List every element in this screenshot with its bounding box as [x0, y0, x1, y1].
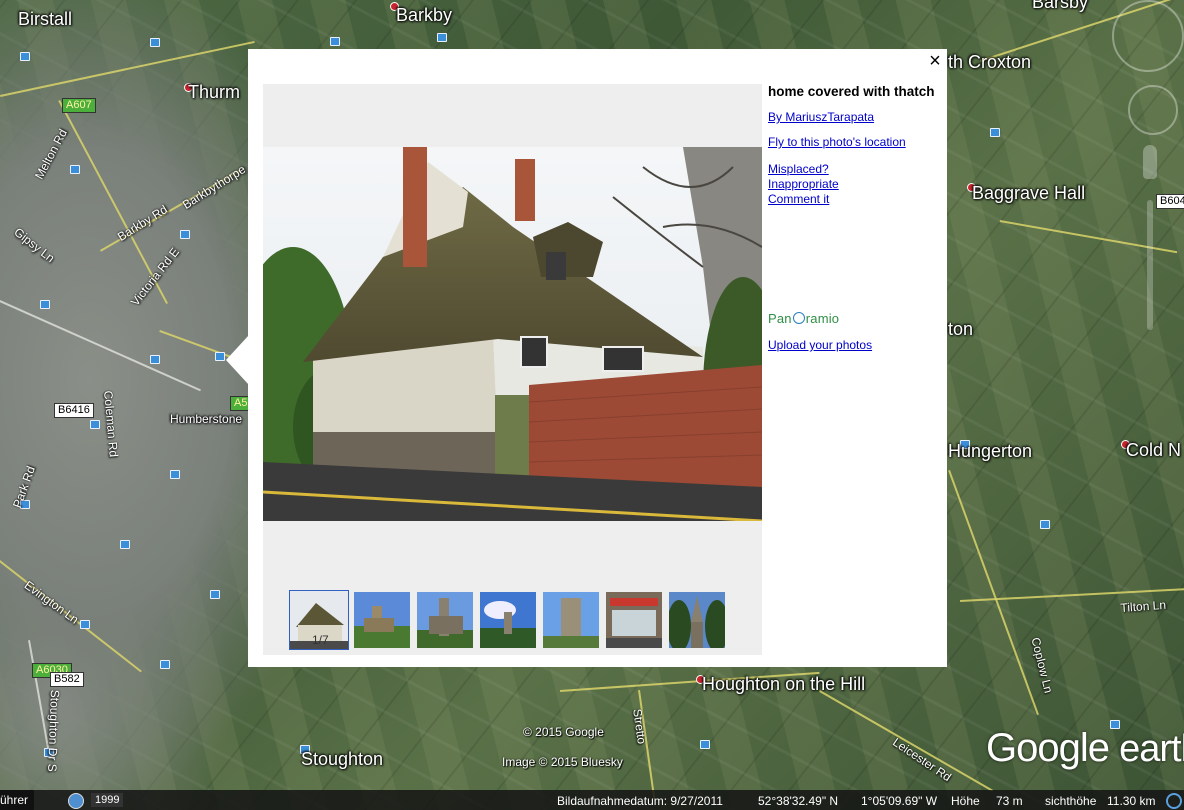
- place-hungerton[interactable]: Hungerton: [948, 441, 1032, 462]
- misplaced-link[interactable]: Misplaced?: [768, 162, 938, 177]
- place-houghton[interactable]: Houghton on the Hill: [702, 674, 865, 695]
- upload-photos-link[interactable]: Upload your photos: [768, 338, 938, 353]
- main-photo[interactable]: [263, 147, 762, 521]
- photo-pin[interactable]: [330, 37, 340, 46]
- photo-pin[interactable]: [215, 352, 225, 361]
- place-barkby[interactable]: Barkby: [396, 5, 452, 26]
- comment-link[interactable]: Comment it: [768, 192, 938, 207]
- imagery-date: Bildaufnahmedatum: 9/27/2011: [557, 794, 723, 808]
- author-link[interactable]: By MariuszTarapata: [768, 110, 938, 125]
- road-label: Gipsy Ln: [11, 225, 58, 266]
- thumbnail-3[interactable]: [417, 592, 473, 648]
- place-baggrave-hall[interactable]: Baggrave Hall: [972, 183, 1085, 204]
- photo-title: home covered with thatch: [768, 84, 935, 99]
- thumbnail-counter: 1/7: [312, 633, 329, 647]
- zoom-slider[interactable]: [1147, 200, 1153, 330]
- place-humberstone[interactable]: Humberstone: [170, 412, 242, 426]
- road-shield-a607: A607: [62, 98, 96, 113]
- photo-pin[interactable]: [80, 620, 90, 629]
- road-label: Coleman Rd: [101, 390, 121, 458]
- photo-balloon: × 1/7 home covered with thatch By Marius…: [248, 49, 947, 667]
- look-joystick[interactable]: [1112, 0, 1184, 72]
- photo-pin[interactable]: [90, 420, 100, 429]
- photo-pin[interactable]: [120, 540, 130, 549]
- road-shield-b604: B604: [1156, 194, 1184, 209]
- google-earth-logo: Google earth: [986, 726, 1184, 771]
- logo-earth-text: earth: [1119, 728, 1184, 770]
- place-stoughton[interactable]: Stoughton: [301, 749, 383, 770]
- panoramio-logo-text-post: ramio: [805, 311, 840, 326]
- status-bar: ührer 1999 Bildaufnahmedatum: 9/27/2011 …: [0, 790, 1184, 810]
- elevation-value: 73 m: [996, 794, 1023, 808]
- photo-pin[interactable]: [210, 590, 220, 599]
- fly-to-location-link[interactable]: Fly to this photo's location: [768, 135, 938, 150]
- place-keyham[interactable]: ton: [948, 319, 973, 340]
- road-line: [948, 470, 1039, 716]
- thumbnail-2[interactable]: [354, 592, 410, 648]
- historical-imagery-clock-icon[interactable]: [68, 793, 84, 809]
- place-south-croxton[interactable]: th Croxton: [948, 52, 1031, 73]
- road-label: Leicester Rd: [890, 735, 954, 785]
- move-joystick[interactable]: [1128, 85, 1178, 135]
- panoramio-logo[interactable]: Pan ramio: [768, 311, 938, 326]
- place-cold-newton[interactable]: Cold N: [1126, 440, 1181, 461]
- photo-pin[interactable]: [1040, 520, 1050, 529]
- road-line: [638, 690, 656, 800]
- road-shield-b6416: B6416: [54, 403, 94, 418]
- balloon-pointer: [226, 335, 249, 385]
- road-label: Stoughton Dr S: [45, 689, 62, 773]
- photo-pin[interactable]: [700, 740, 710, 749]
- photo-pin[interactable]: [170, 470, 180, 479]
- street-view-pegman-icon[interactable]: [1143, 145, 1157, 179]
- road-line: [0, 300, 201, 392]
- road-label: Park Rd: [10, 464, 38, 510]
- road-label: Coplow Ln: [1028, 636, 1056, 695]
- panoramio-globe-icon: [792, 312, 805, 324]
- photo-pin[interactable]: [150, 355, 160, 364]
- eye-altitude-value: 11.30 km: [1107, 794, 1156, 808]
- place-birstall[interactable]: Birstall: [18, 9, 72, 30]
- photo-pin[interactable]: [437, 33, 447, 42]
- photo-pin[interactable]: [20, 52, 30, 61]
- photo-pin[interactable]: [150, 38, 160, 47]
- road-label: Stretto: [630, 708, 649, 745]
- longitude-readout: 1°05'09.69" W: [861, 794, 938, 808]
- thumbnail-1[interactable]: 1/7: [289, 590, 349, 650]
- historical-year-button[interactable]: 1999: [91, 793, 124, 807]
- latitude-readout: 52°38'32.49" N: [758, 794, 839, 808]
- place-barsby[interactable]: Barsby: [1032, 0, 1088, 13]
- thumbnail-5[interactable]: [543, 592, 599, 648]
- tour-guide-button[interactable]: ührer: [0, 790, 35, 810]
- road-shield-b582: B582: [50, 672, 84, 687]
- photo-pin[interactable]: [990, 128, 1000, 137]
- copyright-google: © 2015 Google: [523, 725, 604, 739]
- photo-pin[interactable]: [180, 230, 190, 239]
- photo-pin[interactable]: [40, 300, 50, 309]
- close-icon[interactable]: ×: [927, 51, 943, 71]
- thumbnail-4[interactable]: [480, 592, 536, 648]
- thumbnail-7[interactable]: [669, 592, 725, 648]
- road-label: Melton Rd: [32, 126, 71, 182]
- road-label: Tilton Ln: [1120, 597, 1167, 615]
- logo-google-text: Google: [986, 726, 1110, 770]
- panoramio-logo-text-pre: Pan: [768, 311, 792, 326]
- road-label: Barkbythorpe: [180, 162, 248, 212]
- eye-altitude-label: sichthöhe: [1045, 794, 1097, 808]
- copyright-imagery: Image © 2015 Bluesky: [502, 755, 623, 769]
- photo-pin[interactable]: [70, 165, 80, 174]
- photo-info-panel: home covered with thatch By MariuszTarap…: [768, 84, 938, 353]
- inappropriate-link[interactable]: Inappropriate: [768, 177, 938, 192]
- elevation-label: Höhe: [951, 794, 980, 808]
- photo-viewer: 1/7: [263, 84, 762, 655]
- thumbnail-6[interactable]: [606, 592, 662, 648]
- road-label: Victoria Rd E: [128, 244, 183, 309]
- photo-pin[interactable]: [160, 660, 170, 669]
- road-label: Evington Ln: [21, 578, 82, 627]
- place-thurmaston[interactable]: Thurm: [188, 82, 240, 103]
- streaming-indicator-icon: [1166, 793, 1182, 809]
